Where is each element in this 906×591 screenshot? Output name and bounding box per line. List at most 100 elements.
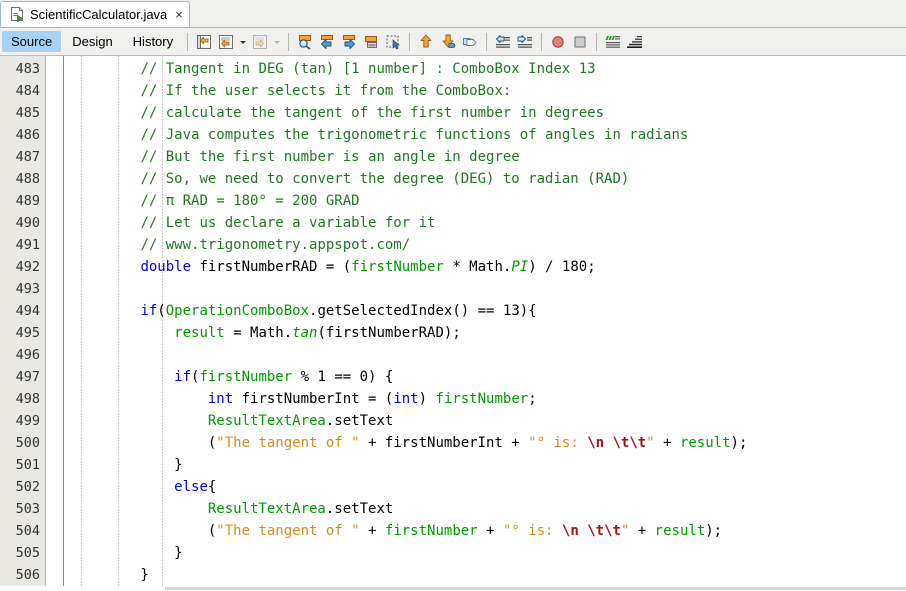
token-pln [73,237,140,253]
code-line: else{ [73,476,906,498]
rectangular-select-button[interactable] [382,31,404,53]
last-edit-button[interactable] [193,31,215,53]
token-pln: ) / 180; [528,259,596,275]
line-number: 502 [15,479,40,495]
horizontal-scrollbar-thumb[interactable] [165,587,906,590]
stop-macro-recording-button[interactable] [569,31,591,53]
token-pln: ; [528,391,537,407]
token-pln [73,171,140,187]
next-bookmark-button[interactable] [338,31,360,53]
token-pln: ) [418,391,436,407]
token-pln: } [73,545,183,561]
annotation-glyph-gutter[interactable] [47,56,64,591]
code-line: result = Math.tan(firstNumberRAD); [73,322,906,344]
token-pln: ( [157,303,166,319]
token-pln: .getSelectedIndex() == 13){ [309,303,537,319]
start-macro-recording-button[interactable] [547,31,569,53]
code-line: ResultTextArea.setText [73,498,906,520]
token-fld: firstNumber [435,391,529,407]
shift-line-right-button[interactable] [514,31,536,53]
tab-design[interactable]: Design [63,31,121,52]
line-number: 494 [15,303,40,319]
token-str: "The tangent of " [216,435,360,451]
code-line: double firstNumberRAD = (firstNumber * M… [73,256,906,278]
token-cmt: // www.trigonometry.appspot.com/ [140,237,411,253]
toggle-rectangular-selection-button[interactable] [215,31,237,53]
token-cmt: // But the first number is an angle in d… [140,149,520,165]
token-pln: firstNumberRAD = ( [191,259,352,275]
token-cmt: // calculate the tangent of the first nu… [140,105,605,121]
code-line: } [73,564,906,586]
token-pln [73,501,208,517]
code-line: if(OperationComboBox.getSelectedIndex() … [73,300,906,322]
token-pln [73,325,174,341]
toolbar-separator-4 [486,32,488,51]
token-pln: ); [730,435,748,451]
document-tab-label: ScientificCalculator.java [30,6,168,22]
horizontal-scrollbar[interactable] [0,586,906,591]
code-line: // Let us declare a variable for it [73,212,906,234]
line-number: 500 [15,435,40,451]
token-kw: int [207,391,234,407]
code-line: // Java computes the trigonometric funct… [73,124,906,146]
code-text-area[interactable]: // Tangent in DEG (tan) [1 number] : Com… [65,56,906,591]
line-number: 485 [15,105,40,121]
code-editor[interactable]: 483 484 485 486 487 488 489 490 491 492 493 494 495 4… [0,56,906,591]
token-pln: } [73,567,149,583]
code-line: // www.trigonometry.appspot.com/ [73,234,906,256]
find-selection-button[interactable] [294,31,316,53]
token-str: "The tangent of " [216,523,360,539]
next-error-button[interactable] [437,31,459,53]
token-fld: firstNumber [384,523,478,539]
code-line: } [73,542,906,564]
token-kw: else [174,479,208,495]
token-pln [73,61,140,77]
shift-line-left-button[interactable] [492,31,514,53]
line-number: 501 [15,457,40,473]
toggle-bookmark-button[interactable] [360,31,382,53]
token-pln [73,149,140,165]
tab-history[interactable]: History [124,31,182,52]
token-pln: + [477,523,503,539]
token-pln: ( [73,523,217,539]
token-pln [73,391,208,407]
line-number: 506 [15,567,40,583]
token-stat: tan [292,325,318,341]
close-icon[interactable]: × [175,8,183,21]
previous-error-button[interactable] [415,31,437,53]
token-pln [73,413,208,429]
token-pln: = Math. [224,325,293,341]
token-pln [73,105,140,121]
token-pln [73,303,140,319]
token-pln: ); [705,523,723,539]
dropdown-arrow-button-2[interactable] [271,31,283,53]
document-tab-scientificcalculator[interactable]: ScientificCalculator.java × [0,1,190,27]
token-pln [73,259,140,275]
code-line: ("The tangent of " + firstNumberInt + "°… [73,432,906,454]
toolbar-separator-3 [409,32,411,51]
code-line: int firstNumberInt = (int) firstNumber; [73,388,906,410]
line-number: 496 [15,347,40,363]
line-number: 484 [15,83,40,99]
token-fld: result [174,325,225,341]
token-fld: result [654,523,706,539]
token-str: "° is: [502,523,562,539]
next-edit-button[interactable] [249,31,271,53]
dropdown-arrow-button[interactable] [237,31,249,53]
tab-source[interactable]: Source [2,31,62,52]
token-fld: ResultTextArea [207,501,326,517]
token-pln: + firstNumberInt + [359,435,529,451]
uncomment-button[interactable] [624,31,646,53]
code-line: // If the user selects it from the Combo… [73,80,906,102]
line-number: 483 [15,61,40,77]
token-pln: (firstNumberRAD); [317,325,461,341]
token-pln [73,369,174,385]
toolbar-separator-6 [596,32,598,51]
toggle-tag-button[interactable] [459,31,481,53]
token-pln: + [629,523,655,539]
previous-bookmark-button[interactable] [316,31,338,53]
code-line: // π RAD = 180° = 200 GRAD [73,190,906,212]
comment-button[interactable] [602,31,624,53]
token-pln [73,479,174,495]
